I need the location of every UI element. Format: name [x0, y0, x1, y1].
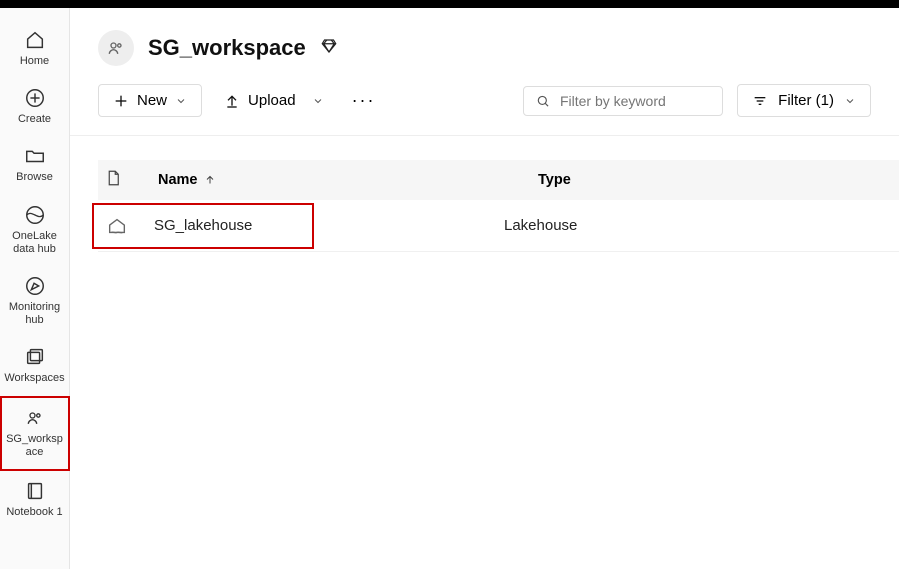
search-box[interactable] — [523, 86, 723, 116]
chevron-down-icon — [312, 95, 324, 107]
top-app-bar — [0, 0, 899, 8]
search-input[interactable] — [560, 93, 710, 109]
search-icon — [536, 93, 550, 109]
nav-notebook[interactable]: Notebook 1 — [0, 471, 70, 529]
people-icon — [23, 406, 47, 430]
home-icon — [23, 28, 47, 52]
sort-asc-icon — [204, 174, 216, 186]
workspace-header: SG_workspace — [70, 8, 899, 74]
nav-browse-label: Browse — [16, 171, 53, 184]
nav-onelake[interactable]: OneLake data hub — [0, 195, 70, 266]
nav-monitoring-label: Monitoring hub — [2, 301, 68, 327]
nav-workspaces[interactable]: Workspaces — [0, 337, 70, 395]
table-row[interactable]: SG_lakehouse Lakehouse — [98, 200, 899, 252]
items-table: Name Type SG_lakehouse Lakehouse — [70, 136, 899, 252]
nav-create-label: Create — [18, 113, 51, 126]
row-name: SG_lakehouse — [154, 217, 284, 234]
nav-browse[interactable]: Browse — [0, 136, 70, 194]
folder-icon — [23, 144, 47, 168]
row-type: Lakehouse — [504, 217, 899, 234]
workspaces-icon — [23, 345, 47, 369]
filter-icon — [752, 93, 768, 109]
row-name-highlight: SG_lakehouse — [92, 203, 314, 249]
nav-notebook-label: Notebook 1 — [6, 506, 62, 519]
upload-button-label: Upload — [248, 92, 296, 109]
file-icon — [104, 169, 122, 187]
workspace-toolbar: New Upload ··· Filter (1) — [70, 74, 899, 136]
upload-icon — [224, 93, 240, 109]
main-content: SG_workspace New Upload ··· — [70, 8, 899, 569]
upload-button[interactable]: Upload — [216, 85, 332, 116]
nav-home-label: Home — [20, 55, 49, 68]
diamond-icon — [320, 37, 338, 60]
nav-create[interactable]: Create — [0, 78, 70, 136]
workspace-avatar — [98, 30, 134, 66]
new-button-label: New — [137, 92, 167, 109]
nav-workspaces-label: Workspaces — [4, 372, 64, 385]
onelake-icon — [23, 203, 47, 227]
nav-onelake-label: OneLake data hub — [2, 230, 68, 256]
filter-button[interactable]: Filter (1) — [737, 84, 871, 117]
notebook-icon — [23, 479, 47, 503]
new-button[interactable]: New — [98, 84, 202, 117]
plus-icon — [113, 93, 129, 109]
nav-home[interactable]: Home — [0, 20, 70, 78]
chevron-down-icon — [175, 95, 187, 107]
compass-icon — [23, 274, 47, 298]
more-actions-button[interactable]: ··· — [346, 86, 382, 115]
nav-current-workspace-label: SG_workspace — [4, 433, 66, 459]
chevron-down-icon — [844, 95, 856, 107]
workspace-title: SG_workspace — [148, 35, 306, 61]
filter-button-label: Filter (1) — [778, 92, 834, 109]
left-nav-sidebar: Home Create Browse OneLake data hub Moni… — [0, 8, 70, 569]
nav-current-workspace[interactable]: SG_workspace — [0, 396, 70, 471]
plus-circle-icon — [23, 86, 47, 110]
column-icon-header — [98, 169, 158, 192]
column-name-header[interactable]: Name — [158, 172, 538, 188]
column-type-header[interactable]: Type — [538, 172, 899, 188]
nav-monitoring[interactable]: Monitoring hub — [0, 266, 70, 337]
lakehouse-icon — [100, 215, 154, 237]
table-header-row: Name Type — [98, 160, 899, 200]
